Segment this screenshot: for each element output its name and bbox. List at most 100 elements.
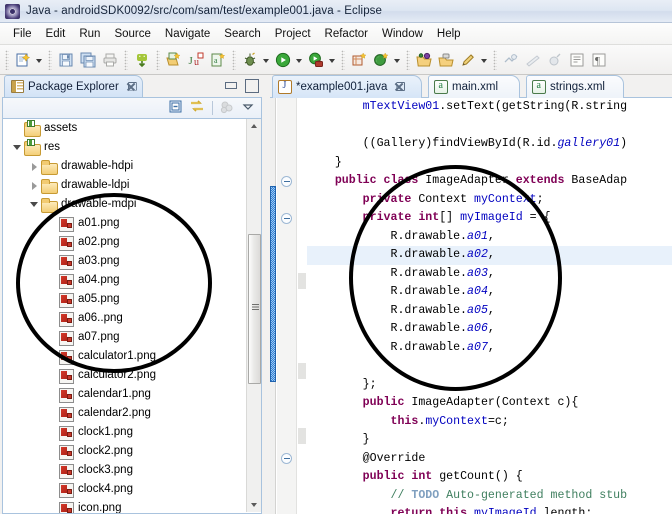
toolbar-grip[interactable]	[406, 50, 410, 70]
menu-item-refactor[interactable]: Refactor	[318, 26, 375, 42]
new-java-dropdown-arrow[interactable]	[392, 49, 403, 71]
package-explorer-scrollbar[interactable]	[246, 119, 261, 512]
toolbar-grip[interactable]	[48, 50, 52, 70]
menu-item-search[interactable]: Search	[217, 26, 267, 42]
menu-item-navigate[interactable]: Navigate	[158, 26, 217, 42]
tree-item-a07-png[interactable]: a07.png	[3, 328, 261, 347]
menu-item-run[interactable]: Run	[72, 26, 107, 42]
chevron-right-icon[interactable]	[28, 176, 41, 195]
toolbar-grip[interactable]	[493, 50, 497, 70]
toolbar-grip[interactable]	[5, 50, 9, 70]
menu-item-window[interactable]: Window	[375, 26, 430, 42]
chevron-right-icon[interactable]	[28, 157, 41, 176]
close-icon[interactable]	[392, 80, 406, 94]
tree-item-a03-png[interactable]: a03.png	[3, 252, 261, 271]
code-line[interactable]: }	[307, 431, 672, 450]
tree-item-drawable-hdpi[interactable]: drawable-hdpi	[3, 157, 261, 176]
toolbar-grip[interactable]	[341, 50, 345, 70]
last-edit-location-icon[interactable]	[457, 49, 479, 71]
new-junit-test-icon[interactable]: Ju	[185, 49, 207, 71]
code-line[interactable]: R.drawable.a03,	[307, 265, 672, 284]
code-line[interactable]: R.drawable.a02,	[307, 246, 672, 265]
toolbar-grip[interactable]	[124, 50, 128, 70]
code-line[interactable]: R.drawable.a04,	[307, 283, 672, 302]
code-line[interactable]: public ImageAdapter(Context c){	[307, 394, 672, 413]
previous-annotation-icon[interactable]	[522, 49, 544, 71]
back-icon[interactable]	[544, 49, 566, 71]
view-menu-icon[interactable]	[239, 99, 258, 117]
run-external-tools-icon[interactable]	[305, 49, 327, 71]
editor-scroll-thumb[interactable]	[270, 186, 276, 382]
code-line[interactable]: R.drawable.a05,	[307, 302, 672, 321]
new-android-xml-icon[interactable]: a	[207, 49, 229, 71]
close-icon[interactable]	[124, 80, 138, 94]
tree-item-clock2-png[interactable]: clock2.png	[3, 442, 261, 461]
tree-item-a05-png[interactable]: a05.png	[3, 290, 261, 309]
collapse-all-icon[interactable]	[167, 99, 186, 117]
editor-folding-gutter[interactable]	[277, 98, 297, 514]
code-line[interactable]: public class ImageAdapter extends BaseAd…	[307, 172, 672, 191]
tree-item-a02-png[interactable]: a02.png	[3, 233, 261, 252]
tree-item-calendar2-png[interactable]: calendar2.png	[3, 404, 261, 423]
menu-item-file[interactable]: File	[6, 26, 39, 42]
code-line[interactable]: R.drawable.a01,	[307, 228, 672, 247]
editor-tab-main-xml[interactable]: main.xml	[428, 75, 520, 98]
menu-item-edit[interactable]: Edit	[39, 26, 73, 42]
code-line[interactable]	[307, 117, 672, 136]
fold-collapse-icon[interactable]	[281, 213, 292, 224]
show-whitespace-icon[interactable]: ¶	[588, 49, 610, 71]
tree-item-a06-png[interactable]: a06..png	[3, 309, 261, 328]
code-line[interactable]: mTextView01.setText(getString(R.string	[307, 98, 672, 117]
code-line[interactable]: public int getCount() {	[307, 468, 672, 487]
code-line[interactable]	[307, 357, 672, 376]
source-code[interactable]: mTextView01.setText(getString(R.string (…	[307, 98, 672, 514]
code-line[interactable]: this.myContext=c;	[307, 413, 672, 432]
menu-item-project[interactable]: Project	[268, 26, 318, 42]
android-sdk-manager-icon[interactable]	[131, 49, 153, 71]
new-class-icon[interactable]	[348, 49, 370, 71]
code-line[interactable]: // TODO Auto-generated method stub	[307, 487, 672, 506]
editor-tab--example001-java[interactable]: *example001.java	[272, 75, 422, 98]
package-explorer-tree[interactable]: assetsresdrawable-hdpidrawable-ldpidrawa…	[2, 119, 262, 514]
code-line[interactable]: ((Gallery)findViewById(R.id.gallery01)	[307, 135, 672, 154]
save-all-icon[interactable]	[77, 49, 99, 71]
new-android-project-icon[interactable]	[163, 49, 185, 71]
tree-item-calculator1-png[interactable]: calculator1.png	[3, 347, 261, 366]
external-tools-dropdown-arrow[interactable]	[327, 49, 338, 71]
tree-item-drawable-ldpi[interactable]: drawable-ldpi	[3, 176, 261, 195]
fold-collapse-icon[interactable]	[281, 453, 292, 464]
save-icon[interactable]	[55, 49, 77, 71]
run-dropdown-arrow[interactable]	[294, 49, 305, 71]
scrollbar-thumb[interactable]	[248, 234, 261, 384]
new-wizard-dropdown-arrow[interactable]	[34, 49, 45, 71]
next-annotation-icon[interactable]	[500, 49, 522, 71]
tab-package-explorer[interactable]: Package Explorer	[4, 75, 143, 97]
editor-body[interactable]: mTextView01.setText(getString(R.string (…	[270, 98, 672, 514]
chevron-down-icon[interactable]	[28, 195, 41, 214]
new-wizard-icon[interactable]	[12, 49, 34, 71]
editor-tab-strings-xml[interactable]: strings.xml	[526, 75, 624, 98]
new-java-project-icon[interactable]	[370, 49, 392, 71]
maximize-icon[interactable]	[244, 78, 258, 92]
code-line[interactable]: R.drawable.a07,	[307, 339, 672, 358]
tree-item-assets[interactable]: assets	[3, 119, 261, 138]
link-with-editor-icon[interactable]	[188, 99, 207, 117]
toolbar-grip[interactable]	[232, 50, 236, 70]
tree-item-icon-png[interactable]: icon.png	[3, 499, 261, 514]
tree-item-calculator2-png[interactable]: calculator2.png	[3, 366, 261, 385]
toolbar-grip[interactable]	[156, 50, 160, 70]
tree-item-clock3-png[interactable]: clock3.png	[3, 461, 261, 480]
run-icon[interactable]	[272, 49, 294, 71]
editor-overview-bar[interactable]	[270, 98, 276, 514]
code-line[interactable]: return this.myImageId.length;	[307, 505, 672, 514]
code-line[interactable]: }	[307, 154, 672, 173]
minimize-icon[interactable]	[223, 78, 237, 92]
debug-icon[interactable]	[239, 49, 261, 71]
scroll-up-arrow-icon[interactable]	[247, 119, 261, 133]
code-line[interactable]: @Override	[307, 450, 672, 469]
tree-item-res[interactable]: res	[3, 138, 261, 157]
tree-item-drawable-mdpi[interactable]: drawable-mdpi	[3, 195, 261, 214]
tree-item-a04-png[interactable]: a04.png	[3, 271, 261, 290]
code-line[interactable]: private Context myContext;	[307, 191, 672, 210]
edit-location-dropdown-arrow[interactable]	[479, 49, 490, 71]
